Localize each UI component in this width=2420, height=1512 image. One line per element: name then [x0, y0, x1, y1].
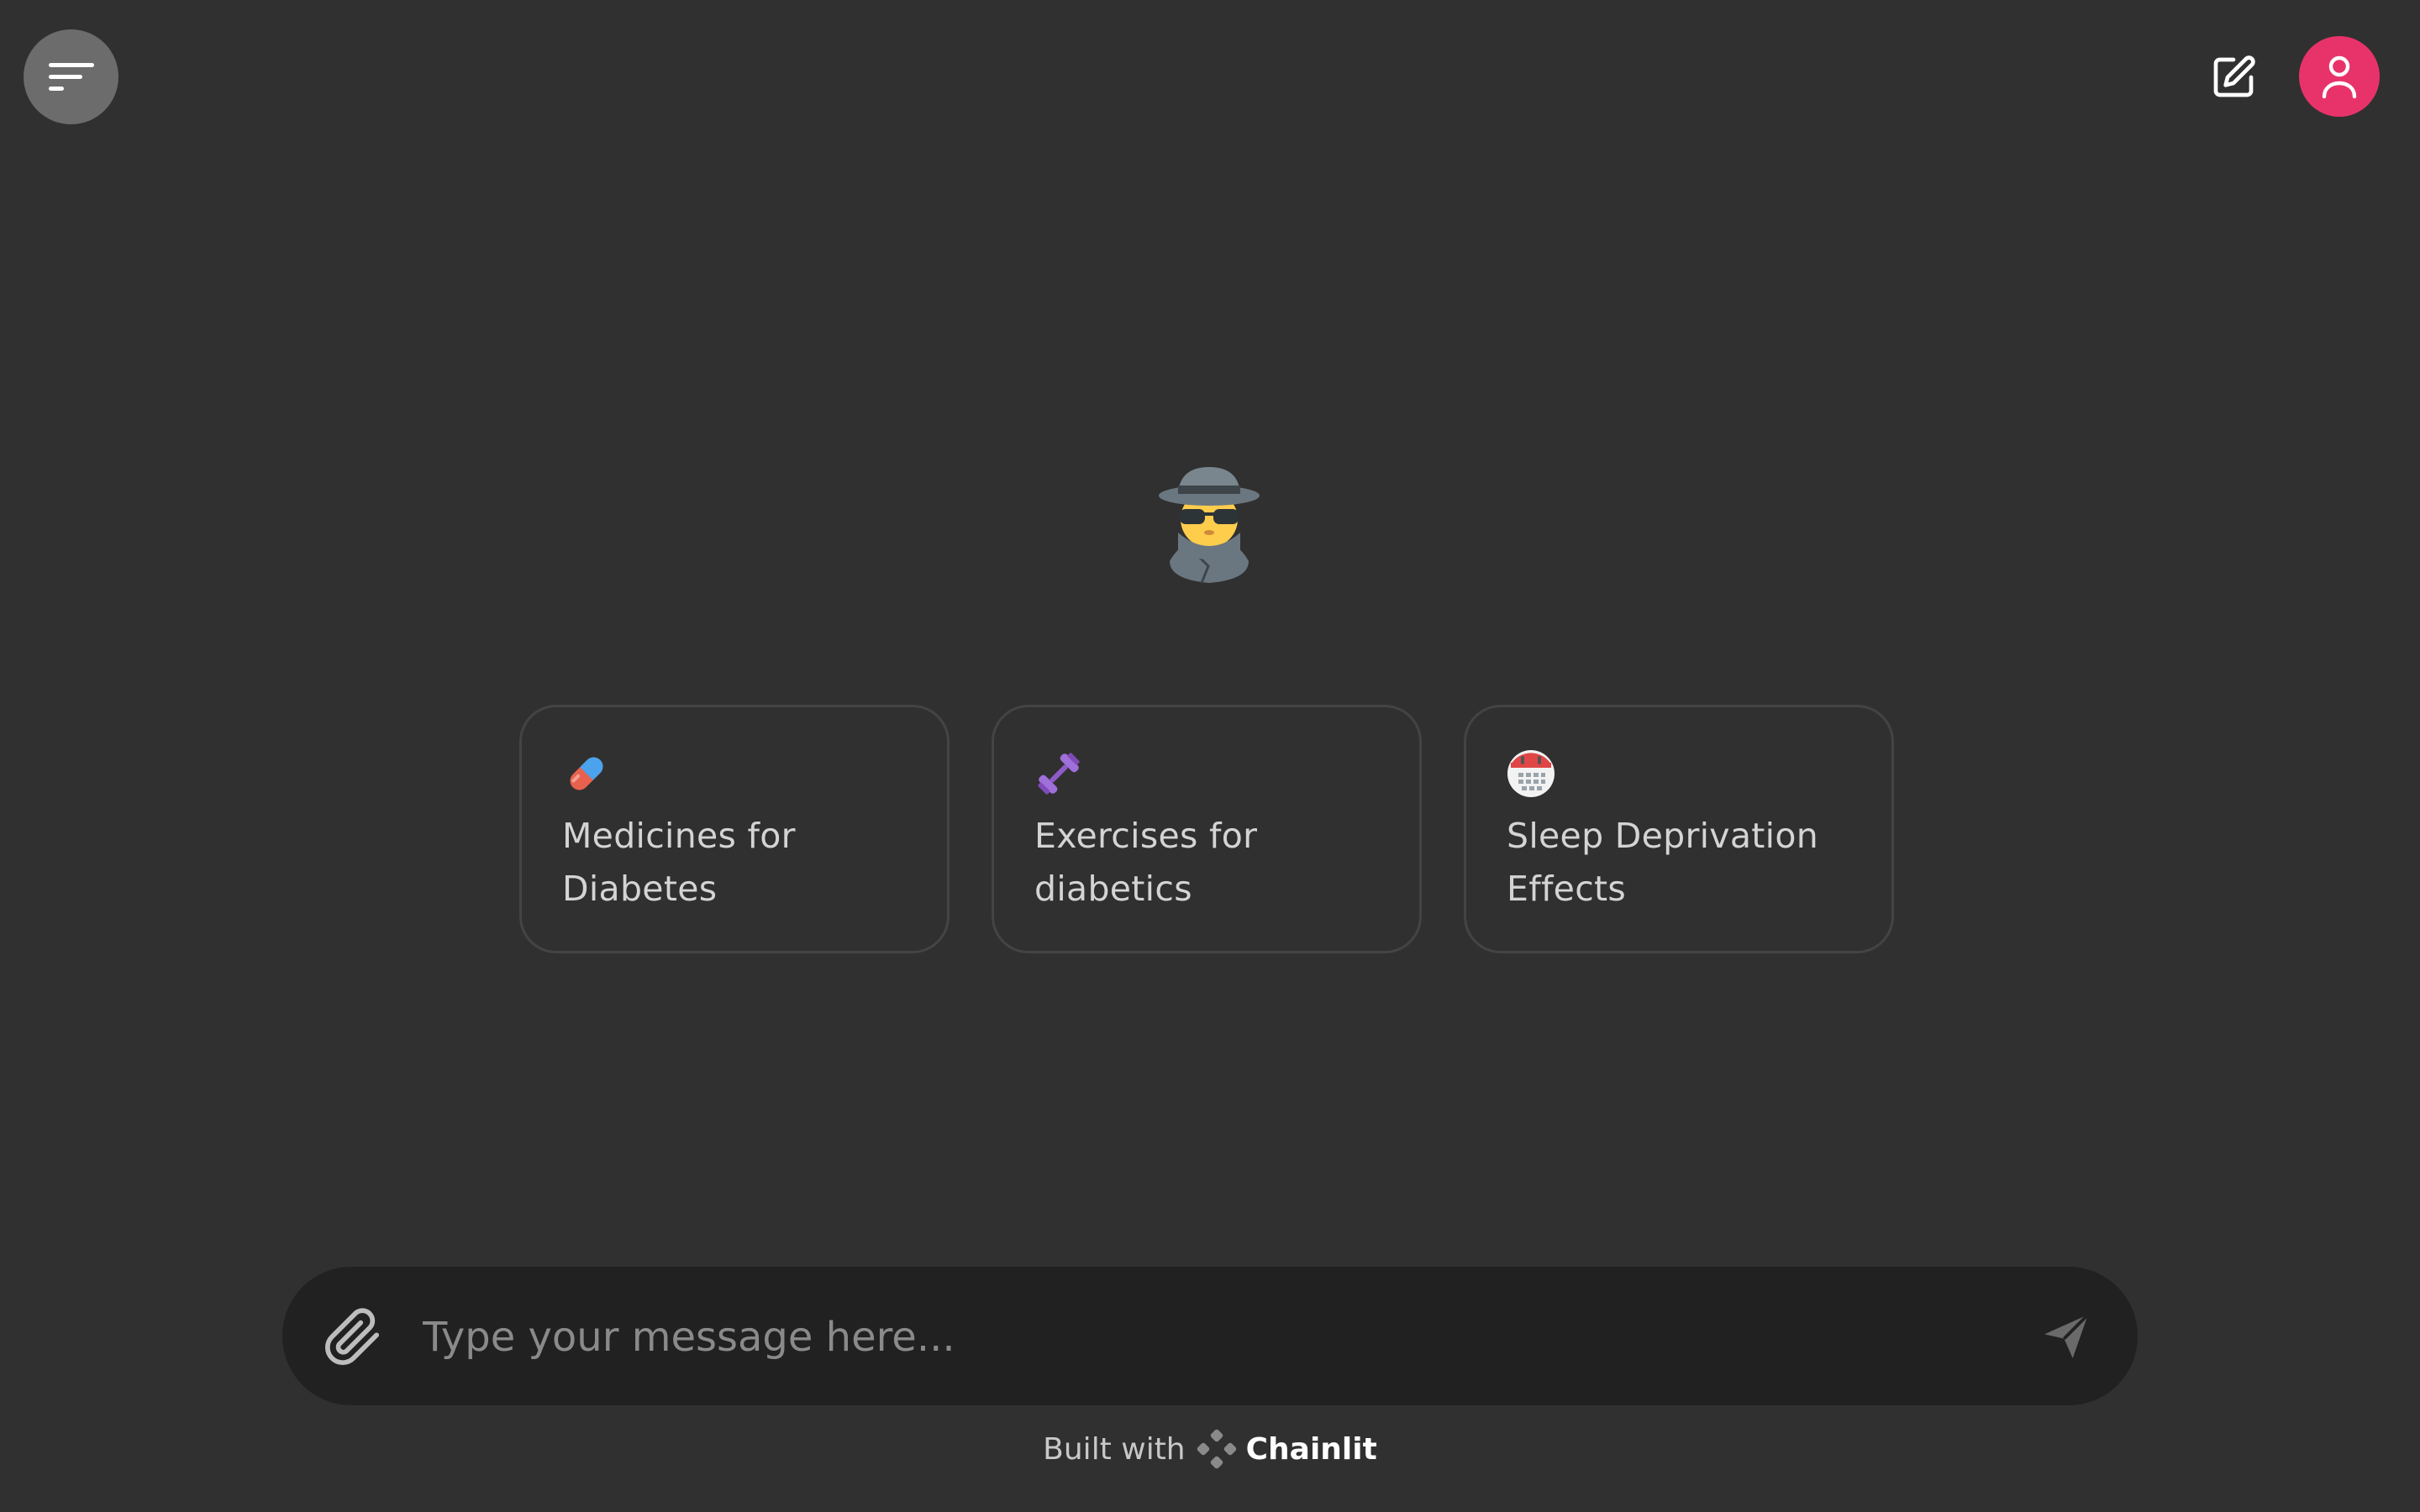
- pencil-square-icon: [2213, 55, 2255, 97]
- sidebar-toggle-button[interactable]: [24, 29, 118, 124]
- message-input[interactable]: [421, 1300, 1979, 1374]
- pill-emoji: [570, 757, 603, 790]
- starter-cards: Medicines for Diabetes Exercises for dia…: [519, 705, 1894, 953]
- starter-card-label: Sleep Deprivation Effects: [1507, 816, 1819, 909]
- attach-file-button[interactable]: [323, 1307, 383, 1368]
- user-avatar-button[interactable]: [2299, 36, 2380, 117]
- dumbbell-emoji: [1038, 753, 1080, 795]
- send-icon: [2044, 1313, 2090, 1358]
- sidebar-toggle-icon: [48, 62, 94, 91]
- detective-emoji: [1159, 467, 1260, 584]
- starter-card-label: Medicines for Diabetes: [562, 816, 796, 909]
- starter-card-label: Exercises for diabetics: [1034, 816, 1258, 909]
- footer-prefix: Built with: [1043, 1431, 1186, 1467]
- chat-page: Medicines for Diabetes Exercises for dia…: [0, 0, 2420, 1512]
- chainlit-brand: Chainlit: [1245, 1431, 1377, 1467]
- new-chat-button[interactable]: [2208, 52, 2259, 102]
- user-icon: [2322, 55, 2357, 99]
- calendar-emoji: [1507, 750, 1555, 797]
- send-button[interactable]: [2040, 1310, 2092, 1362]
- message-composer: [282, 1267, 2138, 1405]
- chainlit-logo-icon: [1197, 1429, 1236, 1469]
- chainlit-link[interactable]: Chainlit: [1196, 1428, 1377, 1470]
- starter-card-medicines[interactable]: Medicines for Diabetes: [519, 705, 950, 953]
- starter-card-sleep[interactable]: Sleep Deprivation Effects: [1464, 705, 1894, 953]
- paperclip-icon: [324, 1308, 380, 1366]
- footer: Built with Chainlit: [0, 1428, 2420, 1470]
- starter-card-exercises[interactable]: Exercises for diabetics: [992, 705, 1422, 953]
